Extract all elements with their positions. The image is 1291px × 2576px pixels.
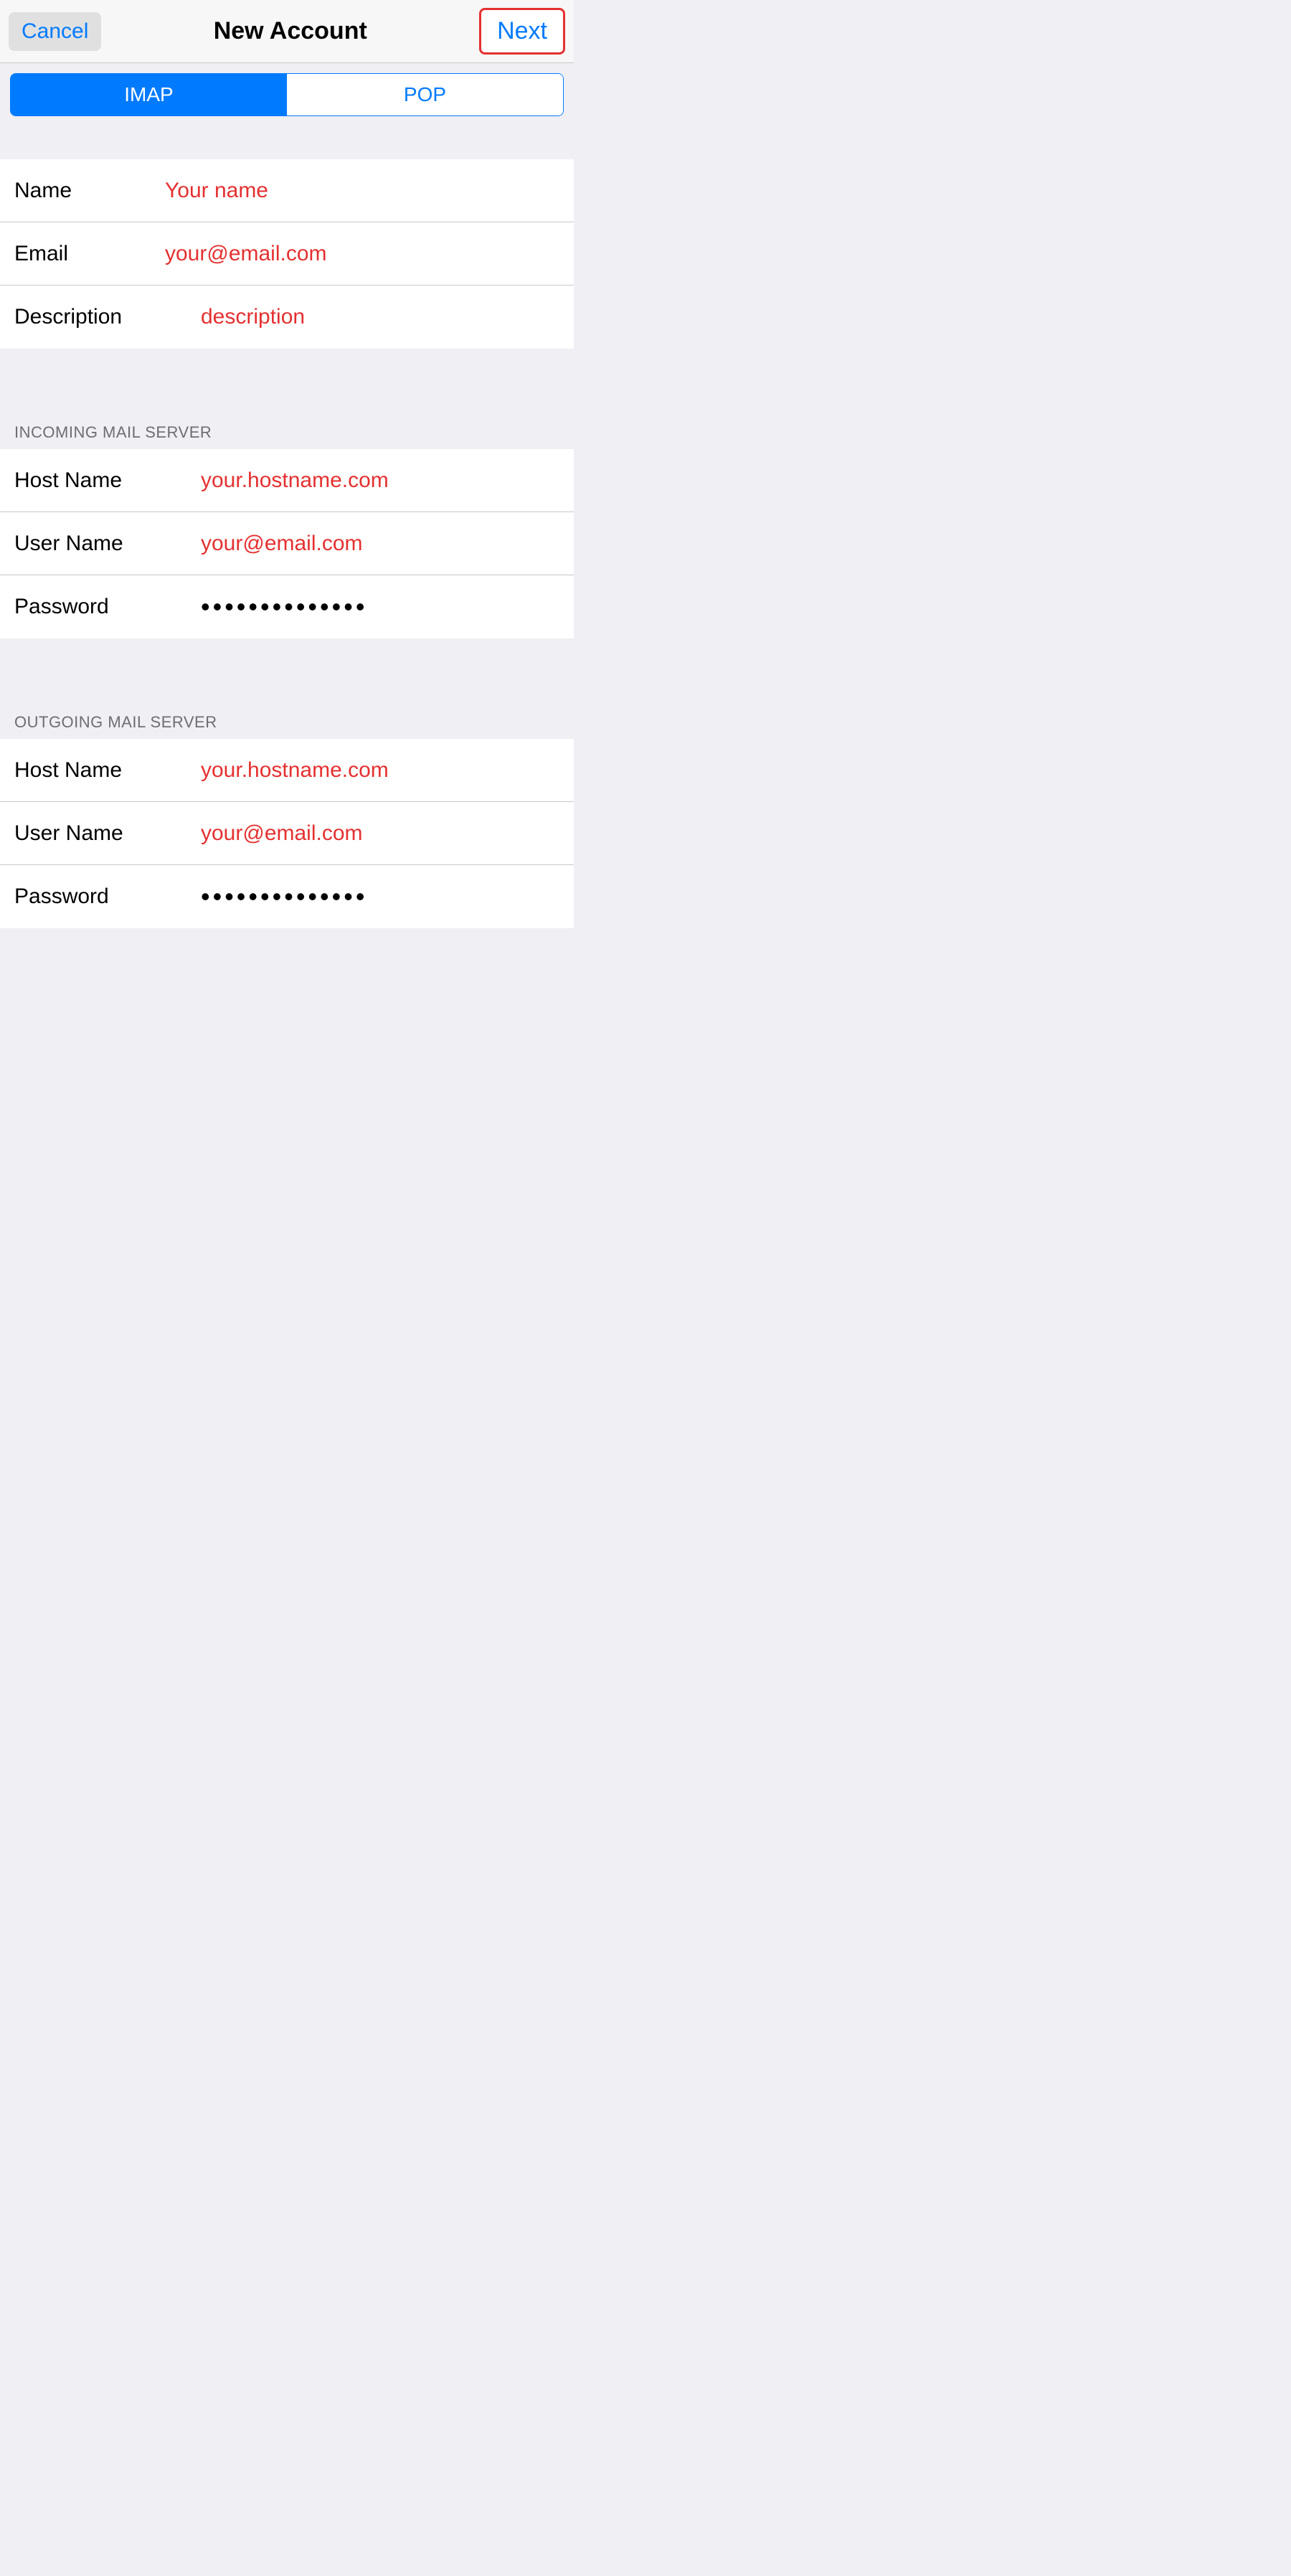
outgoing-server-label: OUTGOING MAIL SERVER — [14, 713, 217, 732]
top-spacer — [0, 116, 574, 159]
imap-tab[interactable]: IMAP — [11, 74, 287, 115]
outgoing-server-header: OUTGOING MAIL SERVER — [0, 681, 574, 739]
incoming-hostname-label: Host Name — [14, 468, 201, 493]
name-row: Name Your name — [0, 159, 574, 222]
outgoing-password-row: Password •••••••••••••• — [0, 865, 574, 928]
outgoing-password-input[interactable]: •••••••••••••• — [201, 882, 559, 912]
outgoing-username-label: User Name — [14, 821, 201, 846]
account-fields-section: Name Your name Email your@email.com Desc… — [0, 159, 574, 349]
name-label: Name — [14, 179, 165, 203]
incoming-spacer — [0, 349, 574, 392]
outgoing-spacer — [0, 638, 574, 681]
bottom-fill — [0, 928, 574, 2219]
page-title: New Account — [214, 17, 367, 45]
outgoing-hostname-input[interactable]: your.hostname.com — [201, 758, 559, 783]
outgoing-hostname-label: Host Name — [14, 758, 201, 783]
incoming-password-input[interactable]: •••••••••••••• — [201, 592, 559, 622]
incoming-password-row: Password •••••••••••••• — [0, 575, 574, 638]
outgoing-server-section: Host Name your.hostname.com User Name yo… — [0, 739, 574, 928]
pop-tab[interactable]: POP — [287, 74, 563, 115]
outgoing-hostname-row: Host Name your.hostname.com — [0, 739, 574, 802]
incoming-hostname-row: Host Name your.hostname.com — [0, 449, 574, 512]
outgoing-username-input[interactable]: your@email.com — [201, 821, 559, 846]
incoming-hostname-input[interactable]: your.hostname.com — [201, 468, 559, 493]
protocol-segmented-control: IMAP POP — [10, 73, 564, 116]
incoming-server-section: Host Name your.hostname.com User Name yo… — [0, 449, 574, 638]
description-label: Description — [14, 305, 201, 329]
incoming-server-label: INCOMING MAIL SERVER — [14, 423, 212, 442]
description-row: Description description — [0, 286, 574, 349]
incoming-username-row: User Name your@email.com — [0, 512, 574, 575]
incoming-username-input[interactable]: your@email.com — [201, 532, 559, 556]
outgoing-username-row: User Name your@email.com — [0, 802, 574, 865]
cancel-button[interactable]: Cancel — [9, 12, 101, 51]
nav-bar: Cancel New Account Next — [0, 0, 574, 63]
name-input[interactable]: Your name — [165, 179, 559, 203]
next-button[interactable]: Next — [479, 8, 565, 55]
outgoing-password-label: Password — [14, 884, 201, 909]
incoming-username-label: User Name — [14, 532, 201, 556]
email-label: Email — [14, 242, 165, 266]
description-input[interactable]: description — [201, 305, 559, 329]
email-input[interactable]: your@email.com — [165, 242, 559, 266]
incoming-server-header: INCOMING MAIL SERVER — [0, 392, 574, 449]
email-row: Email your@email.com — [0, 222, 574, 286]
incoming-password-label: Password — [14, 595, 201, 619]
